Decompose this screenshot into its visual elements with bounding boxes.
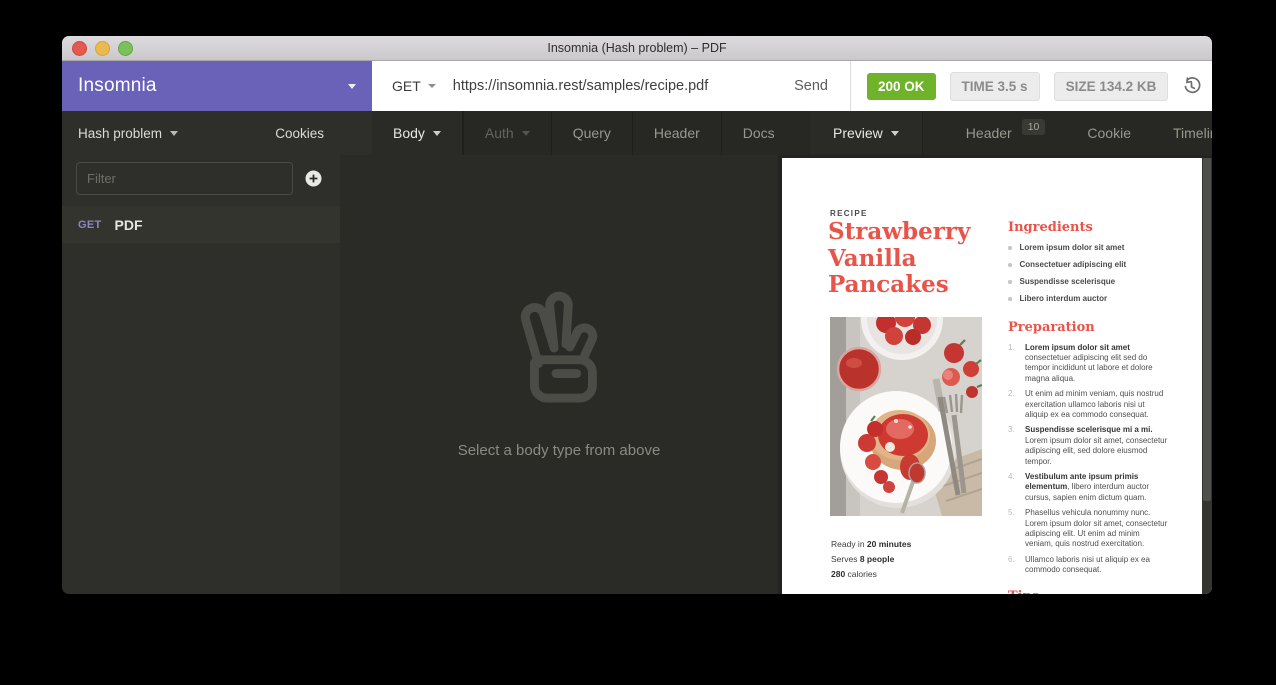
chevron-down-icon (433, 131, 441, 136)
cookies-button[interactable]: Cookies (275, 126, 324, 141)
recipe-meta: Ready in 20 minutes Serves 8 people 280 … (831, 537, 911, 581)
window-title: Insomnia (Hash problem) – PDF (62, 36, 1212, 60)
workspace-name-dropdown[interactable]: Hash problem (78, 126, 178, 141)
method-label: GET (392, 78, 421, 94)
header-count-badge: 10 (1022, 119, 1046, 135)
empty-body-message: Select a body type from above (340, 442, 778, 459)
chevron-down-icon (348, 84, 356, 89)
request-method-label: GET (78, 219, 102, 231)
list-item: 5.Phasellus vehicula nonummy nunc. Lorem… (1008, 508, 1168, 550)
request-name-label: PDF (115, 217, 143, 233)
tab-header[interactable]: Header (632, 111, 721, 155)
list-item: Libero interdum auctor (1008, 294, 1168, 305)
ingredients-heading: Ingredients (1008, 220, 1168, 235)
app-name: Insomnia (78, 75, 157, 97)
send-button[interactable]: Send (792, 72, 830, 100)
response-history-button[interactable] (1182, 77, 1201, 96)
request-body-panel: Select a body type from above (340, 155, 778, 594)
sidebar: GET PDF (62, 155, 340, 594)
chevron-down-icon (891, 131, 899, 136)
url-input[interactable]: https://insomnia.rest/samples/recipe.pdf (453, 78, 783, 94)
chevron-down-icon (170, 131, 178, 136)
chevron-down-icon (522, 131, 530, 136)
bullet-icon (1008, 263, 1012, 267)
list-item: 4.Vestibulum ante ipsum primis elementum… (1008, 472, 1168, 503)
method-dropdown[interactable]: GET (392, 78, 436, 94)
bullet-icon (1008, 280, 1012, 284)
plus-circle-icon (305, 170, 322, 187)
workspace-name: Hash problem (78, 126, 162, 141)
recipe-photo (830, 317, 982, 516)
tab-timeline[interactable]: Timeline (1152, 111, 1212, 155)
list-item: Lorem ipsum dolor sit amet (1008, 243, 1168, 254)
history-clock-icon (1182, 77, 1201, 96)
sidebar-request-item-pdf[interactable]: GET PDF (62, 206, 340, 243)
meta-line: Ready in 20 minutes (831, 537, 911, 552)
time-badge: TIME 3.5 s (950, 72, 1040, 101)
sidebar-toolbar: Hash problem Cookies (62, 111, 372, 155)
pdf-kicker: RECIPE (830, 209, 868, 218)
pdf-preview-panel: RECIPE Strawberry Vanilla Pancakes (778, 155, 1212, 594)
list-item: 3.Suspendisse scelerisque mi a mi. Lorem… (1008, 425, 1168, 467)
tab-query[interactable]: Query (551, 111, 632, 155)
tab-cookie[interactable]: Cookie (1066, 111, 1152, 155)
window-titlebar: Insomnia (Hash problem) – PDF (62, 36, 1212, 61)
tab-body[interactable]: Body (372, 111, 463, 155)
add-request-button[interactable] (305, 170, 322, 187)
tab-response-header[interactable]: Header 10 (945, 111, 1067, 155)
chevron-down-icon (428, 84, 436, 88)
meta-line: 280 calories (831, 567, 911, 582)
tab-preview[interactable]: Preview (810, 111, 923, 155)
pdf-title: Strawberry Vanilla Pancakes (828, 219, 988, 299)
tab-auth[interactable]: Auth (463, 111, 551, 155)
pdf-scrollbar[interactable] (1202, 158, 1212, 594)
list-item: 2.Ut enim ad minim veniam, quis nostrud … (1008, 389, 1168, 420)
insomnia-window: Insomnia (Hash problem) – PDF Insomnia G… (62, 36, 1212, 594)
status-badge: 200 OK (867, 73, 936, 100)
list-item: 1.Lorem ipsum dolor sit amet consectetue… (1008, 343, 1168, 385)
size-badge: SIZE 134.2 KB (1054, 72, 1169, 101)
recipe-right-column: Ingredients Lorem ipsum dolor sit amet C… (1008, 220, 1168, 594)
workspace-header-dropdown[interactable]: Insomnia (62, 61, 372, 111)
tab-docs[interactable]: Docs (721, 111, 796, 155)
pdf-scrollbar-thumb[interactable] (1203, 158, 1211, 501)
tips-heading: Tips (1008, 589, 1168, 594)
filter-input[interactable] (76, 162, 293, 195)
bullet-icon (1008, 297, 1012, 301)
preparation-heading: Preparation (1008, 320, 1168, 335)
request-tabs: Body Auth Query Header Docs (372, 111, 810, 155)
url-bar: GET https://insomnia.rest/samples/recipe… (372, 61, 850, 111)
list-item: Suspendisse scelerisque (1008, 277, 1168, 288)
list-item: Consectetuer adipiscing elit (1008, 260, 1168, 271)
response-tabs: Preview Header 10 Cookie Timeline (810, 111, 1212, 155)
peace-hand-icon (500, 285, 618, 410)
bullet-icon (1008, 246, 1012, 250)
response-meta-bar: 200 OK TIME 3.5 s SIZE 134.2 KB (850, 61, 1212, 111)
list-item: 6.Ullamco laboris nisi ut aliquip ex ea … (1008, 555, 1168, 576)
meta-line: Serves 8 people (831, 552, 911, 567)
